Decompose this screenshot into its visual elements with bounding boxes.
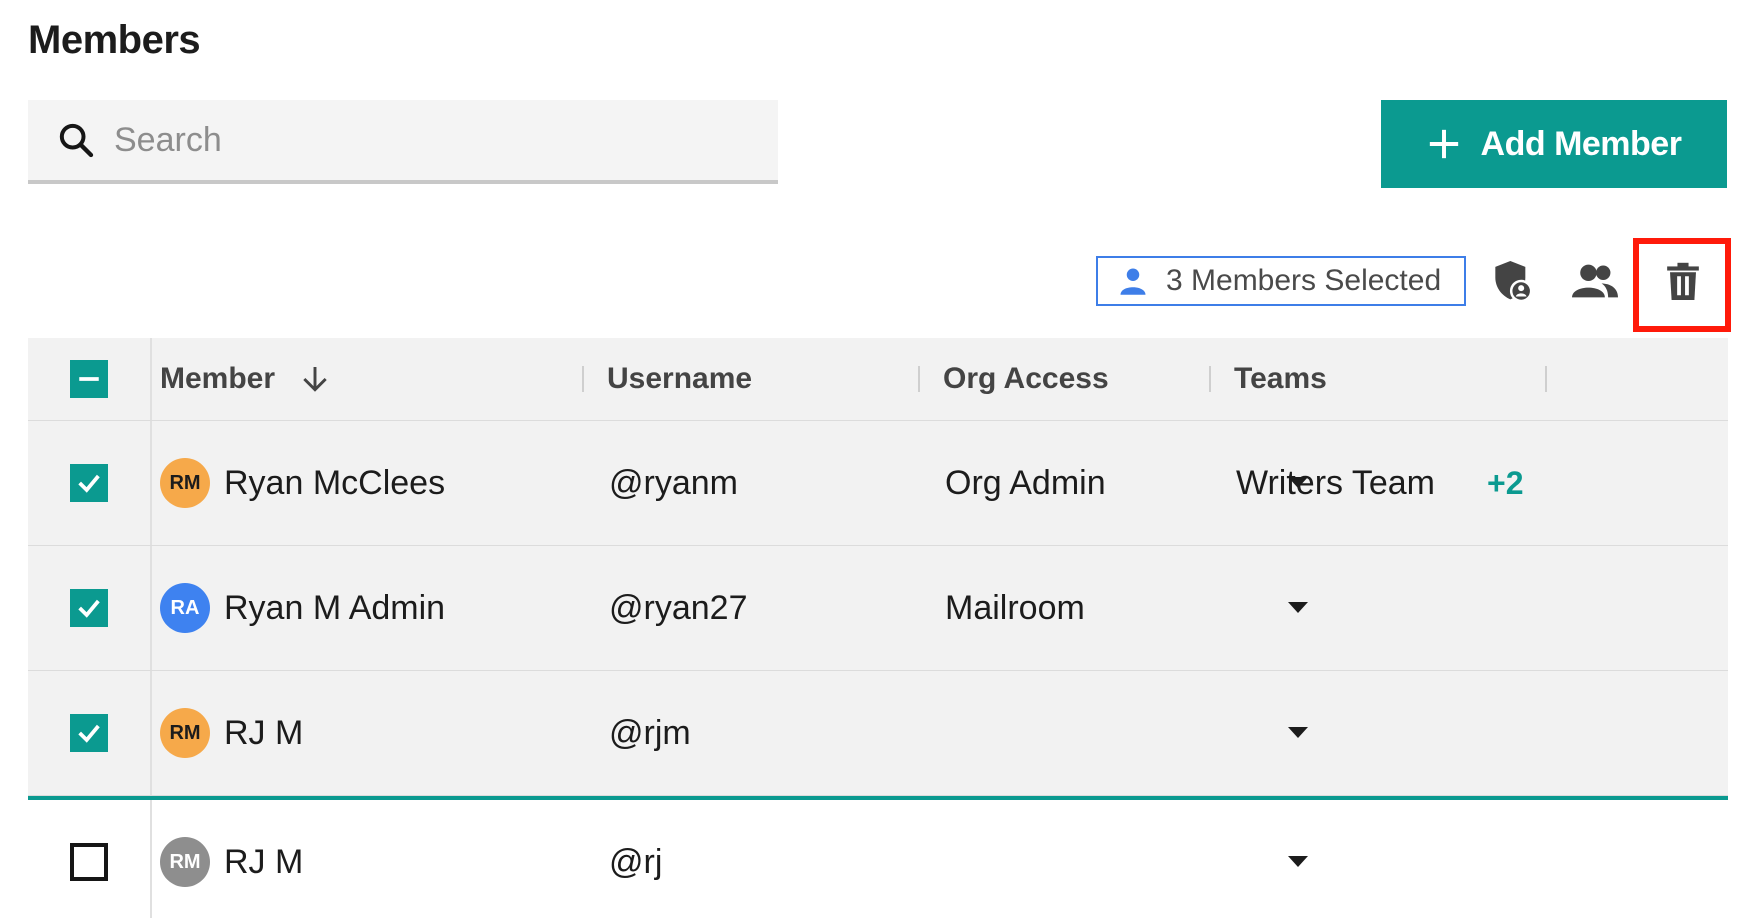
page-title: Members [28,18,201,62]
column-header-username[interactable]: Username [607,338,752,420]
minus-icon [79,377,99,381]
row-checkbox[interactable] [70,843,108,881]
member-cell: RM Ryan McClees [160,421,445,545]
row-checkbox[interactable] [70,589,108,627]
table-row[interactable]: RM RJ M @rj [28,796,1728,918]
org-access-select[interactable]: Org Admin [945,421,1106,545]
row-check-cell [28,546,152,670]
column-member-label: Member [160,362,276,395]
check-icon [78,599,100,618]
column-username-label: Username [607,362,753,395]
teams-cell: Writers Team [1236,463,1436,502]
avatar: RM [160,458,210,508]
caret-down-icon [1288,856,1308,867]
column-separator [1545,366,1547,392]
add-member-label: Add Member [1480,124,1682,163]
username-cell: @ryan27 [609,588,748,627]
org-access-select[interactable]: Mailroom [945,546,1085,670]
table-header: Member Username Org Access Teams [28,338,1728,421]
username-cell: @ryanm [609,463,738,502]
selection-count-chip: 3 Members Selected [1096,256,1466,306]
column-org-access-label: Org Access [943,362,1109,395]
column-separator [1209,366,1211,392]
username-cell: @rjm [609,713,691,752]
org-access-dropdown[interactable] [1288,671,1308,795]
member-cell: RA Ryan M Admin [160,546,445,670]
search-bar[interactable] [28,100,778,184]
select-all-cell [28,338,152,420]
check-icon [78,724,100,743]
table-row[interactable]: RM Ryan McClees @ryanm Org Admin Writers… [28,421,1728,546]
row-check-cell [28,800,152,918]
username-cell: @rj [609,842,663,881]
arrow-down-icon [303,367,327,392]
search-icon [59,123,94,158]
members-page: Members Add Member 3 Members Selected [0,0,1752,918]
column-separator [918,366,920,392]
avatar: RA [160,583,210,633]
caret-down-icon [1288,602,1308,613]
shield-user-icon [1495,261,1532,303]
column-separator [582,366,584,392]
column-teams-label: Teams [1234,362,1327,395]
avatar: RM [160,837,210,887]
row-checkbox[interactable] [70,464,108,502]
org-access-dropdown[interactable] [1288,546,1308,670]
caret-down-icon [1288,727,1308,738]
table-row[interactable]: RM RJ M @rjm [28,671,1728,796]
users-icon [1572,264,1618,298]
check-icon [78,474,100,493]
row-check-cell [28,671,152,795]
row-checkbox[interactable] [70,714,108,752]
member-name: Ryan M Admin [224,588,446,627]
person-icon [1120,268,1146,295]
member-name: RJ M [224,842,304,881]
assign-admin-button[interactable] [1487,254,1537,308]
column-header-member[interactable]: Member [160,338,331,420]
selection-count-label: 3 Members Selected [1166,264,1442,297]
member-name: Ryan McClees [224,463,446,502]
member-name: RJ M [224,713,304,752]
plus-icon [1429,129,1458,159]
column-header-teams[interactable]: Teams [1234,338,1327,420]
manage-teams-button[interactable] [1570,254,1620,308]
members-table: Member Username Org Access Teams RM Ryan… [28,338,1728,918]
more-teams-link[interactable]: +2 [1487,421,1523,545]
search-input[interactable] [112,119,716,161]
column-header-org-access[interactable]: Org Access [943,338,1109,420]
delete-button-highlight [1633,238,1731,332]
member-cell: RM RJ M [160,671,303,795]
member-cell: RM RJ M [160,800,303,918]
add-member-button[interactable]: Add Member [1381,100,1727,188]
avatar: RM [160,708,210,758]
select-all-checkbox[interactable] [70,360,108,398]
table-row[interactable]: RA Ryan M Admin @ryan27 Mailroom [28,546,1728,671]
org-access-dropdown[interactable] [1288,800,1308,918]
row-check-cell [28,421,152,545]
